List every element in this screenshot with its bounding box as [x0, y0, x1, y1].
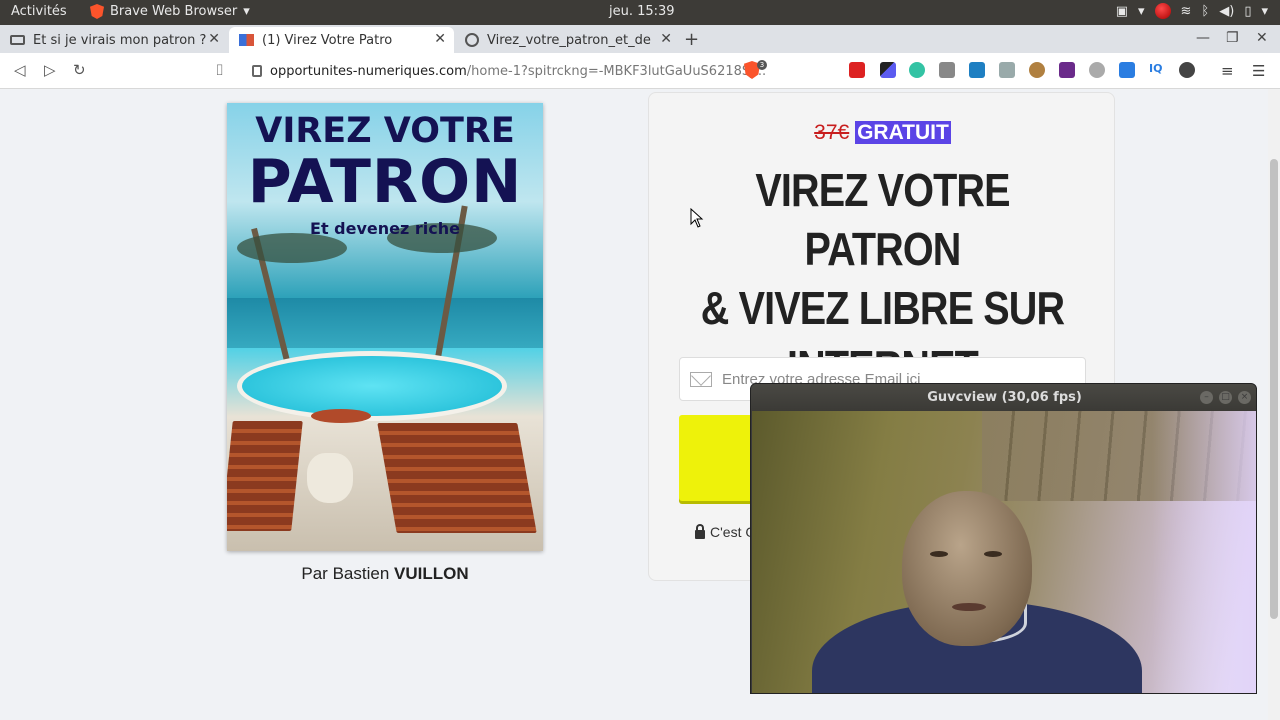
extension-download-icon[interactable]: [1119, 62, 1135, 78]
laptop-icon: [10, 35, 25, 45]
extension-cookie-icon[interactable]: [1029, 62, 1045, 78]
battery-icon: ▯: [1244, 3, 1252, 19]
globe-icon: [465, 33, 479, 47]
bluetooth-icon: ᛒ: [1201, 3, 1210, 19]
cover-subtitle: Et devenez riche: [310, 219, 460, 238]
page-scrollbar[interactable]: [1268, 89, 1280, 720]
tab-label: (1) Virez Votre Patro: [262, 32, 393, 48]
forward-button[interactable]: ▷: [44, 61, 56, 79]
video-person-eye: [930, 551, 948, 557]
scrollbar-thumb[interactable]: [1270, 159, 1278, 619]
minimize-button[interactable]: –: [1200, 391, 1213, 404]
headline-line1: VIREZ VOTRE PATRON: [755, 164, 1010, 275]
extension-grammarly-icon[interactable]: [909, 62, 925, 78]
new-tab-button[interactable]: +: [684, 29, 699, 50]
bookmark-icon[interactable]: ⌷: [215, 61, 224, 79]
activities-button[interactable]: Activités: [11, 4, 67, 19]
video-light: [1152, 411, 1256, 693]
extension-layers-icon[interactable]: [939, 62, 955, 78]
video-person-mouth: [952, 603, 986, 611]
envelope-icon: [690, 371, 712, 387]
extension-iq-icon[interactable]: IQ: [1149, 62, 1165, 78]
extension-gear-icon[interactable]: [1089, 62, 1105, 78]
back-button[interactable]: ◁: [14, 61, 26, 79]
tab-label: Et si je virais mon patron ?: [33, 32, 207, 48]
browser-toolbar: ◁ ▷ ↻ ⌷ opportunites-numeriques.com /hom…: [0, 53, 1280, 89]
brave-logo-icon: [90, 4, 104, 19]
author-prefix: Par Bastien: [301, 564, 394, 583]
guvcview-window[interactable]: Guvcview (30,06 fps) – □ ×: [750, 383, 1257, 694]
tab-virez-votre-patron-pdf[interactable]: Virez_votre_patron_et_de ✕: [455, 27, 680, 53]
webcam-video: [752, 411, 1256, 693]
clock[interactable]: jeu. 15:39: [609, 4, 675, 19]
guvcview-title: Guvcview (30,06 fps): [751, 384, 1256, 411]
system-tray[interactable]: ▣ ▾ ≋ ᛒ ◀) ▯ ▾: [1116, 3, 1268, 19]
tab-strip: Et si je virais mon patron ? ✕ (1) Virez…: [0, 25, 1280, 53]
chevron-down-icon: ▾: [1137, 3, 1145, 19]
tab-et-si-je-virais[interactable]: Et si je virais mon patron ? ✕: [0, 27, 228, 53]
sun-lounger: [227, 421, 303, 531]
sun-lounger: [377, 423, 537, 533]
cover-table: [311, 409, 371, 423]
author-name: VUILLON: [394, 564, 469, 583]
url-host: opportunites-numeriques.com: [270, 63, 467, 79]
padlock-icon: [695, 523, 705, 539]
extension-spy-icon[interactable]: [1179, 62, 1195, 78]
system-top-bar: Activités Brave Web Browser ▾ jeu. 15:39…: [0, 0, 1280, 25]
price-row: 37€ GRATUIT: [649, 121, 1116, 145]
address-bar[interactable]: opportunites-numeriques.com /home-1?spit…: [240, 58, 770, 84]
cover-title-line2: PATRON: [247, 147, 523, 217]
app-menu[interactable]: Brave Web Browser ▾: [90, 4, 250, 19]
lock-icon: [252, 65, 262, 77]
chevron-down-icon: ▾: [1261, 3, 1268, 19]
window-close-button[interactable]: ✕: [1256, 30, 1268, 46]
extension-pen-icon[interactable]: [880, 62, 896, 78]
tab-virez-votre-patron[interactable]: (1) Virez Votre Patro ✕: [229, 27, 454, 53]
site-favicon-icon: [239, 34, 254, 46]
headline-line2: & VIVEZ LIBRE SUR: [700, 282, 1065, 334]
tab-label: Virez_votre_patron_et_de: [487, 32, 651, 48]
maximize-button[interactable]: ❐: [1226, 30, 1239, 46]
wifi-icon: ≋: [1180, 3, 1192, 19]
reload-button[interactable]: ↻: [73, 61, 86, 79]
chevron-down-icon: ▾: [243, 4, 250, 19]
menu-icon[interactable]: ☰: [1252, 62, 1265, 80]
extension-code-icon[interactable]: [999, 62, 1015, 78]
book-cover: VIREZ VOTRE PATRON Et devenez riche: [227, 103, 543, 551]
cover-title-line1: VIREZ VOTRE: [255, 111, 515, 151]
maximize-button[interactable]: □: [1219, 391, 1232, 404]
url-path: /home-1?spitrckng=-MBKF3lutGaUuS6218Sj..…: [466, 63, 767, 79]
close-icon[interactable]: ✕: [660, 31, 672, 47]
video-person-eye: [984, 551, 1002, 557]
cover-pool: [237, 351, 507, 421]
close-icon[interactable]: ✕: [434, 31, 446, 47]
close-icon[interactable]: ×: [1238, 391, 1251, 404]
app-name: Brave Web Browser: [110, 4, 238, 19]
close-icon[interactable]: ✕: [208, 31, 220, 47]
cover-vase: [307, 453, 353, 503]
volume-icon: ◀): [1219, 3, 1235, 19]
shield-count-badge: 3: [757, 60, 767, 70]
old-price: 37€: [814, 121, 850, 144]
extension-lastpass-icon[interactable]: [849, 62, 865, 78]
recording-icon[interactable]: [1154, 3, 1171, 19]
free-badge: GRATUIT: [855, 121, 951, 144]
minimize-button[interactable]: —: [1196, 30, 1210, 46]
video-person-head: [902, 491, 1032, 646]
secure-notice: C'est G: [695, 523, 756, 540]
playlist-icon[interactable]: ≡: [1221, 62, 1234, 80]
clipboard-icon[interactable]: ▣: [1116, 4, 1128, 19]
extension-screenshot-icon[interactable]: [969, 62, 985, 78]
mouse-cursor-icon: [690, 208, 704, 228]
extension-purple-icon[interactable]: [1059, 62, 1075, 78]
book-author: Par Bastien VUILLON: [227, 564, 543, 584]
